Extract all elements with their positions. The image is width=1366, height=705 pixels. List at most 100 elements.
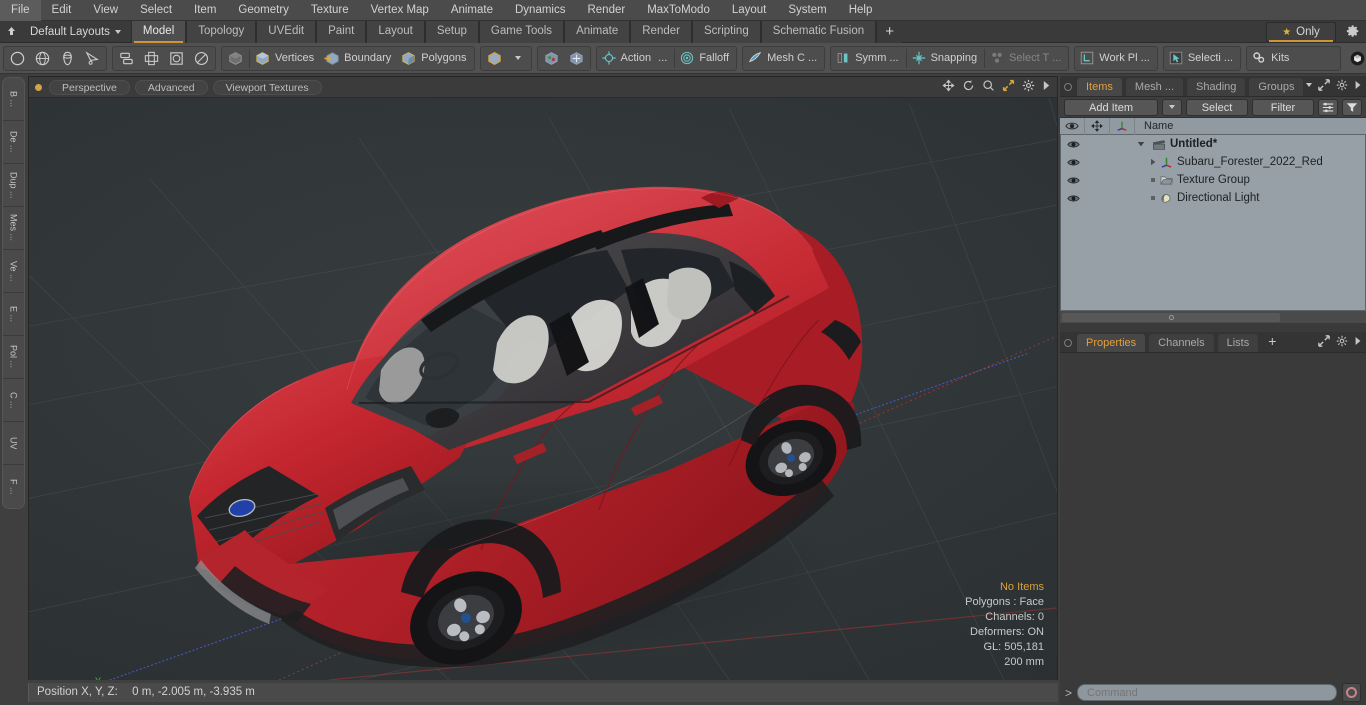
menu-maxtomodo[interactable]: MaxToModo — [636, 0, 721, 21]
tab-schematic-fusion[interactable]: Schematic Fusion — [760, 20, 877, 43]
falloff-button[interactable]: Falloff — [676, 47, 735, 70]
panel-menu-icon[interactable] — [1064, 83, 1072, 91]
eye-icon[interactable] — [1061, 140, 1086, 149]
item-mode-icon[interactable] — [223, 47, 248, 70]
expand-icon[interactable] — [1318, 79, 1330, 91]
tab-mesh[interactable]: Mesh ... — [1124, 77, 1185, 96]
viewport-projection-selector[interactable]: Perspective — [49, 79, 130, 95]
gear-icon[interactable] — [1022, 79, 1035, 92]
left-tab-vertex[interactable]: Ve ... — [3, 250, 24, 293]
left-tab-uv[interactable]: UV — [3, 422, 24, 465]
select-button[interactable]: Select — [1186, 98, 1248, 116]
frame-tool-icon[interactable] — [164, 47, 189, 70]
pen-tool-icon[interactable] — [80, 47, 105, 70]
home-icon[interactable] — [0, 22, 22, 42]
tab-setup[interactable]: Setup — [424, 20, 479, 43]
viewport-textures-selector[interactable]: Viewport Textures — [212, 79, 322, 95]
viewport-shading-selector[interactable]: Advanced — [134, 79, 208, 95]
only-toggle-button[interactable]: ★ Only — [1266, 22, 1336, 42]
cone-tool-icon[interactable] — [55, 47, 80, 70]
menu-file[interactable]: File — [0, 0, 41, 21]
panel-menu-icon[interactable] — [1064, 339, 1072, 347]
eye-icon[interactable] — [1061, 194, 1086, 203]
menu-select[interactable]: Select — [129, 0, 183, 21]
add-panel-tab-button[interactable]: + — [1261, 333, 1283, 352]
tab-topology[interactable]: Topology — [186, 20, 257, 43]
axis-icon[interactable] — [1110, 117, 1135, 135]
menu-dynamics[interactable]: Dynamics — [504, 0, 576, 21]
chevron-down-icon[interactable] — [1306, 83, 1312, 87]
sphere-tool-icon[interactable] — [5, 47, 30, 70]
left-tab-duplicate[interactable]: Dup ... — [3, 164, 24, 207]
left-tab-basic[interactable]: B ... — [3, 78, 24, 121]
filter-button[interactable]: Filter — [1252, 98, 1314, 116]
tab-animate[interactable]: Animate — [564, 20, 631, 43]
menu-geometry[interactable]: Geometry — [227, 0, 300, 21]
add-item-dropdown-button[interactable] — [1162, 98, 1182, 116]
list-icon[interactable] — [1318, 98, 1338, 116]
viewport-3d-canvas[interactable]: X Y Z No Items Polygons : Face Channels:… — [29, 98, 1057, 680]
tab-uvedit[interactable]: UVEdit — [256, 20, 317, 43]
tab-model[interactable]: Model — [130, 20, 187, 43]
menu-edit[interactable]: Edit — [41, 0, 83, 21]
rotate-icon[interactable] — [962, 79, 975, 92]
gear-icon[interactable] — [1336, 335, 1348, 347]
select-through-button[interactable]: Select T ... — [986, 47, 1067, 70]
work-plane-button[interactable]: Work Pl ... — [1076, 47, 1156, 70]
fit-icon[interactable] — [1002, 79, 1015, 92]
menu-render[interactable]: Render — [576, 0, 636, 21]
texture-a-icon[interactable] — [539, 47, 564, 70]
play-icon[interactable] — [1354, 336, 1362, 346]
align-tool-icon[interactable] — [114, 47, 139, 70]
selection-set-button[interactable]: Selecti ... — [1165, 47, 1239, 70]
modo-app-icon[interactable] — [1346, 47, 1366, 70]
tab-render[interactable]: Render — [630, 20, 692, 43]
menu-animate[interactable]: Animate — [440, 0, 504, 21]
boundary-mode-button[interactable]: Boundary — [320, 47, 397, 70]
move-icon[interactable] — [942, 79, 955, 92]
expand-icon[interactable] — [1318, 335, 1330, 347]
expander-icon[interactable] — [1136, 140, 1146, 148]
left-tab-curve[interactable]: C ... — [3, 379, 24, 422]
tab-layout[interactable]: Layout — [366, 20, 425, 43]
menu-layout[interactable]: Layout — [721, 0, 778, 21]
scrollbar-thumb[interactable] — [1062, 313, 1280, 322]
command-input[interactable] — [1077, 684, 1337, 701]
vertices-mode-button[interactable]: Vertices — [251, 47, 320, 70]
kits-button[interactable]: Kits — [1248, 47, 1295, 70]
table-row[interactable]: Texture Group — [1061, 171, 1365, 189]
menu-help[interactable]: Help — [838, 0, 884, 21]
left-tab-fusion[interactable]: F ... — [3, 465, 24, 508]
menu-item[interactable]: Item — [183, 0, 227, 21]
tab-items[interactable]: Items — [1076, 77, 1123, 96]
eye-icon[interactable] — [1061, 176, 1086, 185]
zoom-icon[interactable] — [982, 79, 995, 92]
left-tab-edge[interactable]: E ... — [3, 293, 24, 336]
table-row[interactable]: Untitled* — [1061, 135, 1365, 153]
texture-b-icon[interactable] — [564, 47, 589, 70]
layout-selector[interactable]: Default Layouts — [22, 22, 127, 42]
table-row[interactable]: Directional Light — [1061, 189, 1365, 207]
gear-icon[interactable] — [1346, 24, 1360, 38]
eye-icon[interactable] — [1060, 117, 1085, 135]
center-tool-icon[interactable] — [139, 47, 164, 70]
globe-tool-icon[interactable] — [30, 47, 55, 70]
table-row[interactable]: Subaru_Forester_2022_Red — [1061, 153, 1365, 171]
symmetry-button[interactable]: Symm ... — [832, 47, 904, 70]
tab-paint[interactable]: Paint — [316, 20, 367, 43]
menu-texture[interactable]: Texture — [300, 0, 360, 21]
tab-scripting[interactable]: Scripting — [691, 20, 761, 43]
menu-view[interactable]: View — [82, 0, 129, 21]
play-icon[interactable] — [1354, 80, 1362, 90]
mesh-constraint-button[interactable]: Mesh C ... — [744, 47, 823, 70]
selection-dropdown-button[interactable] — [507, 47, 530, 70]
action-center-button[interactable]: Action ... — [598, 47, 674, 70]
record-icon[interactable] — [1342, 683, 1361, 702]
tab-channels[interactable]: Channels — [1148, 333, 1215, 352]
item-list-horizontal-scrollbar[interactable] — [1060, 310, 1366, 323]
polygons-mode-button[interactable]: Polygons — [397, 47, 472, 70]
left-tab-mesh-edit[interactable]: Mes ... — [3, 207, 24, 250]
tab-lists[interactable]: Lists — [1216, 333, 1260, 352]
radial-tool-icon[interactable] — [189, 47, 214, 70]
add-item-button[interactable]: Add Item — [1064, 98, 1158, 116]
